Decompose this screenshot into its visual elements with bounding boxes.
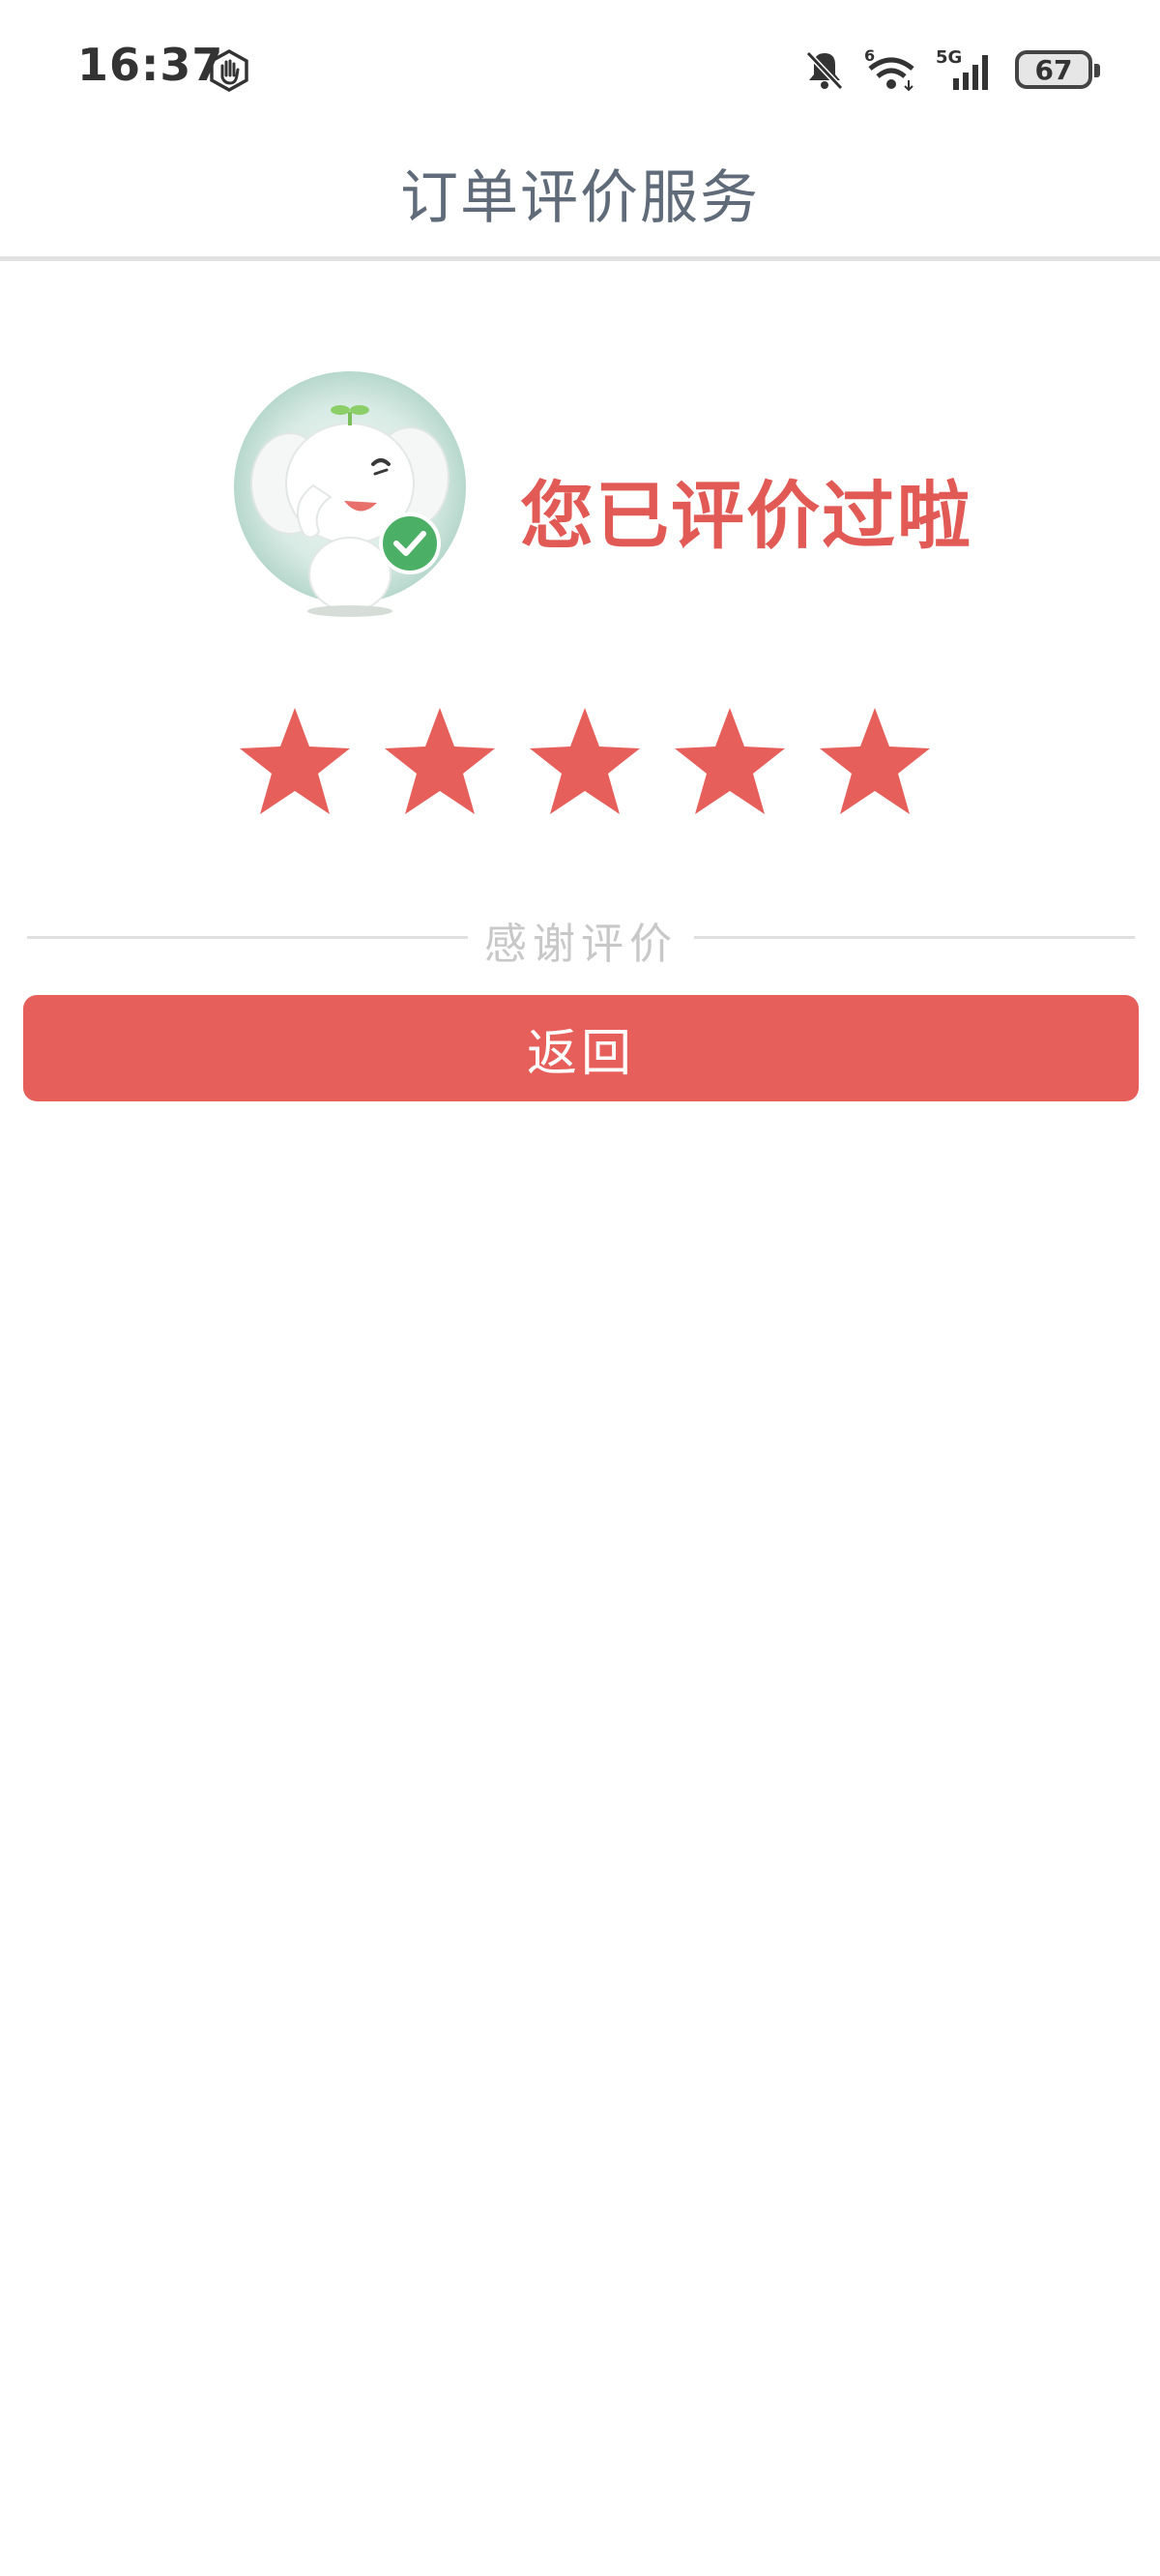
status-bar: 16:37 6 5G 67 (0, 0, 1160, 135)
svg-text:6: 6 (864, 46, 875, 65)
battery-icon: 67 (1015, 50, 1100, 89)
back-button[interactable]: 返回 (23, 995, 1139, 1101)
star-icon (675, 708, 785, 814)
header: 订单评价服务 (0, 135, 1160, 261)
star-icon (820, 708, 930, 814)
bell-muted-icon (805, 50, 844, 91)
status-time: 16:37 (77, 39, 224, 91)
status-icons: 6 5G 67 (802, 43, 1100, 97)
hand-icon (210, 48, 248, 93)
star-icon (240, 708, 350, 814)
rating-stars (236, 704, 934, 822)
star-icon (385, 708, 495, 814)
divider-left (27, 936, 468, 939)
elephant-mascot-icon (234, 371, 466, 617)
thanks-label: 感谢评价 (484, 920, 678, 969)
5g-signal-icon: 5G (936, 47, 988, 90)
divider-right (694, 936, 1135, 939)
page-title: 订单评价服务 (400, 164, 760, 232)
star-icon (530, 708, 640, 814)
wifi-icon: 6 (864, 46, 914, 92)
svg-text:5G: 5G (936, 47, 962, 68)
rated-message: 您已评价过啦 (520, 473, 972, 559)
